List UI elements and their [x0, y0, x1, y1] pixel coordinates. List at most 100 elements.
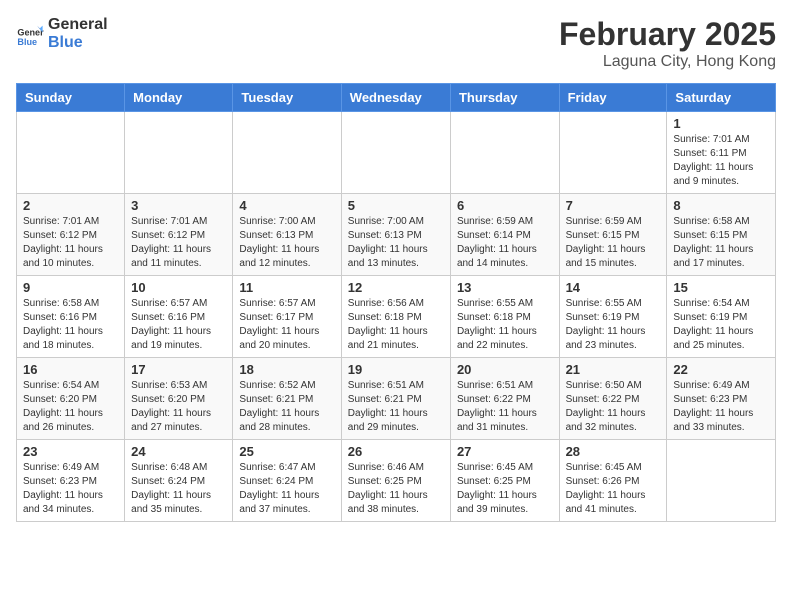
- calendar-cell: 1Sunrise: 7:01 AM Sunset: 6:11 PM Daylig…: [667, 112, 776, 194]
- day-number: 6: [457, 198, 553, 213]
- day-number: 21: [566, 362, 661, 377]
- day-number: 11: [239, 280, 334, 295]
- calendar-cell: 7 Sunrise: 6:59 AM Sunset: 6:15 PM Daylig…: [559, 194, 667, 276]
- calendar-cell: 24Sunrise: 6:48 AM Sunset: 6:24 PM Dayli…: [125, 440, 233, 522]
- calendar-cell: [341, 112, 450, 194]
- day-number: 14: [566, 280, 661, 295]
- day-info: Sunrise: 6:57 AM Sunset: 6:17 PM Dayligh…: [239, 297, 334, 353]
- day-number: 16: [23, 362, 118, 377]
- day-info: Sunrise: 7:01 AM Sunset: 6:12 PM Dayligh…: [23, 215, 118, 271]
- calendar-cell: [559, 112, 667, 194]
- calendar-cell: 4 Sunrise: 7:00 AM Sunset: 6:13 PM Daylig…: [233, 194, 341, 276]
- day-info: Sunrise: 6:58 AM Sunset: 6:15 PM Dayligh…: [673, 215, 769, 271]
- calendar-cell: [450, 112, 559, 194]
- calendar-cell: [233, 112, 341, 194]
- calendar-cell: 2 Sunrise: 7:01 AM Sunset: 6:12 PM Daylig…: [17, 194, 125, 276]
- calendar-cell: [125, 112, 233, 194]
- calendar-cell: 25 Sunrise: 6:47 AM Sunset: 6:24 PM Dayli…: [233, 440, 341, 522]
- day-info: Sunrise: 6:46 AM Sunset: 6:25 PM Dayligh…: [348, 461, 444, 517]
- day-info: Sunrise: 6:54 AM Sunset: 6:19 PM Dayligh…: [673, 297, 769, 353]
- calendar-cell: 15 Sunrise: 6:54 AM Sunset: 6:19 PM Dayli…: [667, 276, 776, 358]
- day-number: 10: [131, 280, 226, 295]
- calendar-header-thursday: Thursday: [450, 84, 559, 112]
- day-number: 26: [348, 444, 444, 459]
- calendar-header-monday: Monday: [125, 84, 233, 112]
- calendar-cell: 16 Sunrise: 6:54 AM Sunset: 6:20 PM Dayli…: [17, 358, 125, 440]
- calendar-header-wednesday: Wednesday: [341, 84, 450, 112]
- calendar-cell: 9 Sunrise: 6:58 AM Sunset: 6:16 PM Daylig…: [17, 276, 125, 358]
- day-number: 19: [348, 362, 444, 377]
- day-number: 20: [457, 362, 553, 377]
- day-info: Sunrise: 6:47 AM Sunset: 6:24 PM Dayligh…: [239, 461, 334, 517]
- day-number: 27: [457, 444, 553, 459]
- calendar-cell: [667, 440, 776, 522]
- day-info: Sunrise: 6:49 AM Sunset: 6:23 PM Dayligh…: [673, 379, 769, 435]
- day-info: Sunrise: 7:01 AM Sunset: 6:11 PM Dayligh…: [673, 133, 769, 189]
- calendar-cell: 22 Sunrise: 6:49 AM Sunset: 6:23 PM Dayli…: [667, 358, 776, 440]
- calendar-cell: 11 Sunrise: 6:57 AM Sunset: 6:17 PM Dayli…: [233, 276, 341, 358]
- day-info: Sunrise: 6:57 AM Sunset: 6:16 PM Dayligh…: [131, 297, 226, 353]
- day-info: Sunrise: 6:55 AM Sunset: 6:19 PM Dayligh…: [566, 297, 661, 353]
- day-number: 23: [23, 444, 118, 459]
- calendar-header-friday: Friday: [559, 84, 667, 112]
- day-info: Sunrise: 6:50 AM Sunset: 6:22 PM Dayligh…: [566, 379, 661, 435]
- logo-icon: General Blue: [16, 20, 44, 48]
- day-number: 18: [239, 362, 334, 377]
- calendar-cell: 18 Sunrise: 6:52 AM Sunset: 6:21 PM Dayli…: [233, 358, 341, 440]
- calendar-cell: 13Sunrise: 6:55 AM Sunset: 6:18 PM Dayli…: [450, 276, 559, 358]
- day-info: Sunrise: 6:59 AM Sunset: 6:15 PM Dayligh…: [566, 215, 661, 271]
- day-number: 4: [239, 198, 334, 213]
- logo-blue: Blue: [48, 34, 83, 51]
- day-number: 15: [673, 280, 769, 295]
- calendar-week-row: 9 Sunrise: 6:58 AM Sunset: 6:16 PM Daylig…: [17, 276, 776, 358]
- calendar-cell: 20 Sunrise: 6:51 AM Sunset: 6:22 PM Dayli…: [450, 358, 559, 440]
- day-number: 22: [673, 362, 769, 377]
- calendar-header-tuesday: Tuesday: [233, 84, 341, 112]
- day-info: Sunrise: 6:45 AM Sunset: 6:26 PM Dayligh…: [566, 461, 661, 517]
- day-number: 7: [566, 198, 661, 213]
- day-number: 24: [131, 444, 226, 459]
- calendar-table: SundayMondayTuesdayWednesdayThursdayFrid…: [16, 83, 776, 522]
- calendar-cell: 21 Sunrise: 6:50 AM Sunset: 6:22 PM Dayli…: [559, 358, 667, 440]
- logo-general: General: [48, 16, 108, 33]
- calendar-cell: 23Sunrise: 6:49 AM Sunset: 6:23 PM Dayli…: [17, 440, 125, 522]
- calendar-header-sunday: Sunday: [17, 84, 125, 112]
- calendar-cell: 17Sunrise: 6:53 AM Sunset: 6:20 PM Dayli…: [125, 358, 233, 440]
- day-info: Sunrise: 6:56 AM Sunset: 6:18 PM Dayligh…: [348, 297, 444, 353]
- day-info: Sunrise: 6:51 AM Sunset: 6:22 PM Dayligh…: [457, 379, 553, 435]
- calendar-week-row: 2 Sunrise: 7:01 AM Sunset: 6:12 PM Daylig…: [17, 194, 776, 276]
- day-number: 8: [673, 198, 769, 213]
- calendar-cell: 27Sunrise: 6:45 AM Sunset: 6:25 PM Dayli…: [450, 440, 559, 522]
- day-info: Sunrise: 7:00 AM Sunset: 6:13 PM Dayligh…: [239, 215, 334, 271]
- calendar-cell: 19 Sunrise: 6:51 AM Sunset: 6:21 PM Dayli…: [341, 358, 450, 440]
- calendar-week-row: 23Sunrise: 6:49 AM Sunset: 6:23 PM Dayli…: [17, 440, 776, 522]
- day-number: 5: [348, 198, 444, 213]
- day-number: 9: [23, 280, 118, 295]
- day-info: Sunrise: 6:51 AM Sunset: 6:21 PM Dayligh…: [348, 379, 444, 435]
- day-number: 25: [239, 444, 334, 459]
- logo: General Blue General Blue: [16, 16, 108, 51]
- calendar-cell: 3Sunrise: 7:01 AM Sunset: 6:12 PM Daylig…: [125, 194, 233, 276]
- day-info: Sunrise: 6:53 AM Sunset: 6:20 PM Dayligh…: [131, 379, 226, 435]
- calendar-cell: 10 Sunrise: 6:57 AM Sunset: 6:16 PM Dayli…: [125, 276, 233, 358]
- day-info: Sunrise: 6:54 AM Sunset: 6:20 PM Dayligh…: [23, 379, 118, 435]
- day-number: 3: [131, 198, 226, 213]
- calendar-cell: 28Sunrise: 6:45 AM Sunset: 6:26 PM Dayli…: [559, 440, 667, 522]
- day-info: Sunrise: 6:52 AM Sunset: 6:21 PM Dayligh…: [239, 379, 334, 435]
- calendar-cell: [17, 112, 125, 194]
- day-info: Sunrise: 7:00 AM Sunset: 6:13 PM Dayligh…: [348, 215, 444, 271]
- day-info: Sunrise: 6:59 AM Sunset: 6:14 PM Dayligh…: [457, 215, 553, 271]
- calendar-week-row: 16 Sunrise: 6:54 AM Sunset: 6:20 PM Dayli…: [17, 358, 776, 440]
- title-area: February 2025 Laguna City, Hong Kong: [559, 16, 776, 71]
- calendar-cell: 12Sunrise: 6:56 AM Sunset: 6:18 PM Dayli…: [341, 276, 450, 358]
- day-number: 13: [457, 280, 553, 295]
- page-title: February 2025: [559, 16, 776, 53]
- calendar-header-saturday: Saturday: [667, 84, 776, 112]
- calendar-cell: 14 Sunrise: 6:55 AM Sunset: 6:19 PM Dayli…: [559, 276, 667, 358]
- calendar-week-row: 1Sunrise: 7:01 AM Sunset: 6:11 PM Daylig…: [17, 112, 776, 194]
- page-subtitle: Laguna City, Hong Kong: [559, 53, 776, 71]
- calendar-cell: 8 Sunrise: 6:58 AM Sunset: 6:15 PM Daylig…: [667, 194, 776, 276]
- calendar-cell: 26 Sunrise: 6:46 AM Sunset: 6:25 PM Dayli…: [341, 440, 450, 522]
- day-info: Sunrise: 6:58 AM Sunset: 6:16 PM Dayligh…: [23, 297, 118, 353]
- day-number: 2: [23, 198, 118, 213]
